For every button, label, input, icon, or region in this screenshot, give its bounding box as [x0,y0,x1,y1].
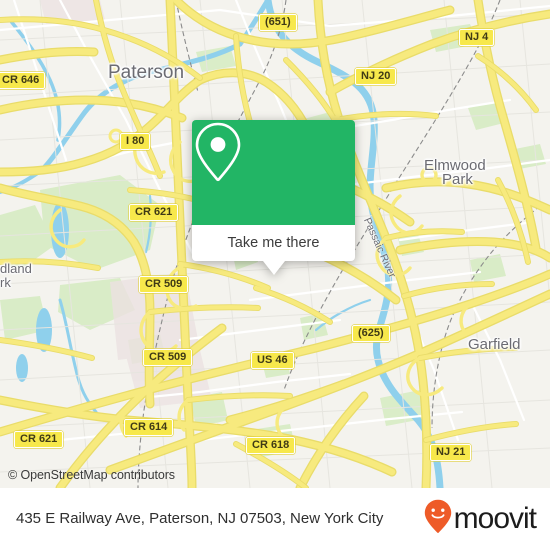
shield-625[interactable]: (625) [352,325,390,342]
take-me-there-button[interactable]: Take me there [192,225,355,261]
moovit-wordmark: moovit [453,502,537,535]
map-screenshot: .rd { fill:none; stroke:#f7ea7e; stroke-… [0,0,550,550]
osm-attribution[interactable]: © OpenStreetMap contributors [8,468,175,482]
shield-cr-509-north[interactable]: CR 509 [139,276,189,293]
location-callout-card[interactable]: Take me there [192,120,355,275]
moovit-pin-smiley-icon [424,499,452,540]
map-canvas[interactable]: .rd { fill:none; stroke:#f7ea7e; stroke-… [0,0,550,488]
shield-nj-21[interactable]: NJ 21 [430,444,472,461]
shield-cr-618[interactable]: CR 618 [246,437,296,454]
callout-pointer-tail [262,261,285,275]
shield-cr-614[interactable]: CR 614 [124,419,174,436]
shield-cr-646[interactable]: CR 646 [0,72,46,89]
shield-651[interactable]: (651) [259,14,297,31]
shield-i-80[interactable]: I 80 [120,133,151,150]
shield-cr-621-south[interactable]: CR 621 [14,431,64,448]
moovit-logo[interactable]: moovit [424,499,537,540]
shield-us-46[interactable]: US 46 [251,352,294,369]
footer-bar: 435 E Railway Ave, Paterson, NJ 07503, N… [0,488,550,550]
callout-header [192,120,355,225]
shield-nj-20[interactable]: NJ 20 [355,68,397,85]
shield-cr-621-north[interactable]: CR 621 [129,204,179,221]
shield-cr-509-south[interactable]: CR 509 [143,349,193,366]
shield-nj-4[interactable]: NJ 4 [459,29,495,46]
address-text: 435 E Railway Ave, Paterson, NJ 07503, N… [16,510,384,527]
take-me-there-label: Take me there [227,235,320,251]
